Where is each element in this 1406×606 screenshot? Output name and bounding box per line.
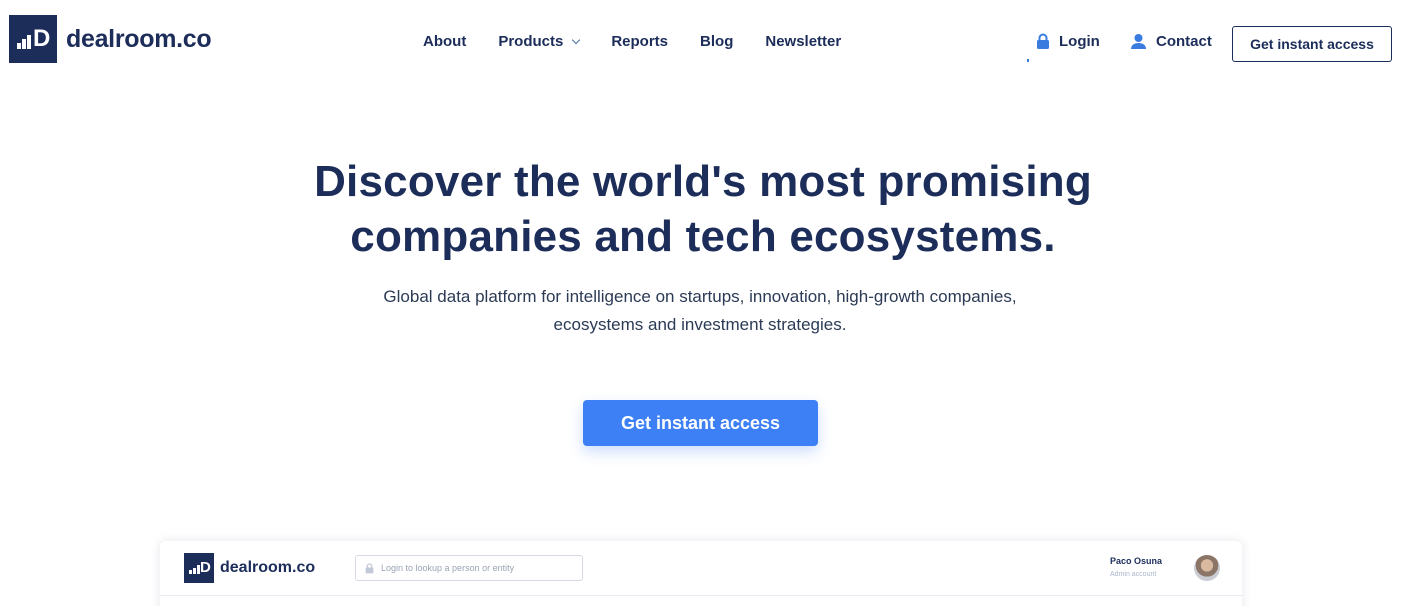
user-icon: [1131, 34, 1146, 49]
logo-mark-letter: D: [33, 25, 51, 52]
contact-link[interactable]: Contact: [1130, 33, 1212, 50]
preview-user-info: Paco Osuna Admin account: [1110, 556, 1162, 578]
login-label: Login: [1059, 33, 1100, 50]
hero-title: Discover the world's most promising comp…: [0, 154, 1406, 264]
decorative-mark: [1027, 59, 1029, 62]
nav-products-label: Products: [498, 33, 564, 50]
hero-subtitle: Global data platform for intelligence on…: [0, 283, 1400, 339]
nav-products[interactable]: Products: [498, 33, 581, 50]
header-get-access-button[interactable]: Get instant access: [1232, 26, 1392, 62]
nav-reports-label: Reports: [611, 33, 669, 50]
preview-search-input: Login to lookup a person or entity: [355, 555, 583, 581]
logo-text: dealroom.co: [66, 24, 212, 53]
avatar: [1194, 555, 1220, 581]
contact-label: Contact: [1156, 33, 1212, 50]
preview-logo-mark-icon: D: [184, 553, 214, 583]
logo-mark-icon: D: [9, 15, 57, 63]
hero-get-access-button[interactable]: Get instant access: [583, 400, 818, 446]
lock-icon: [365, 562, 374, 573]
preview-logo: D dealroom.co: [184, 553, 315, 583]
preview-logo-mark-letter: D: [200, 559, 211, 576]
preview-logo-text: dealroom.co: [220, 559, 316, 576]
chevron-down-icon: [572, 35, 581, 44]
logo[interactable]: D dealroom.co: [9, 15, 212, 63]
preview-divider: [160, 595, 1242, 596]
preview-user-role: Admin account: [1110, 571, 1157, 578]
site-header: D dealroom.co About Products Reports Blo…: [0, 0, 1406, 88]
preview-search-placeholder: Login to lookup a person or entity: [381, 563, 515, 573]
login-link[interactable]: Login: [1036, 33, 1100, 50]
hero-subtitle-line-2: ecosystems and investment strategies.: [553, 315, 847, 334]
preview-user-name: Paco Osuna: [1110, 556, 1163, 566]
nav-newsletter-label: Newsletter: [765, 33, 842, 50]
hero-subtitle-line-1: Global data platform for intelligence on…: [383, 287, 1017, 306]
lock-icon: [1037, 33, 1049, 49]
main-nav: About Products Reports Blog Newsletter: [423, 33, 873, 50]
nav-about[interactable]: About: [423, 33, 466, 50]
nav-blog[interactable]: Blog: [700, 33, 733, 50]
hero-title-line-2: companies and tech ecosystems.: [350, 212, 1056, 261]
app-preview: D dealroom.co Login to lookup a person o…: [160, 541, 1242, 606]
nav-blog-label: Blog: [700, 33, 734, 50]
hero-title-line-1: Discover the world's most promising: [314, 157, 1092, 206]
nav-about-label: About: [423, 33, 467, 50]
nav-newsletter[interactable]: Newsletter: [765, 33, 841, 50]
nav-reports[interactable]: Reports: [611, 33, 668, 50]
